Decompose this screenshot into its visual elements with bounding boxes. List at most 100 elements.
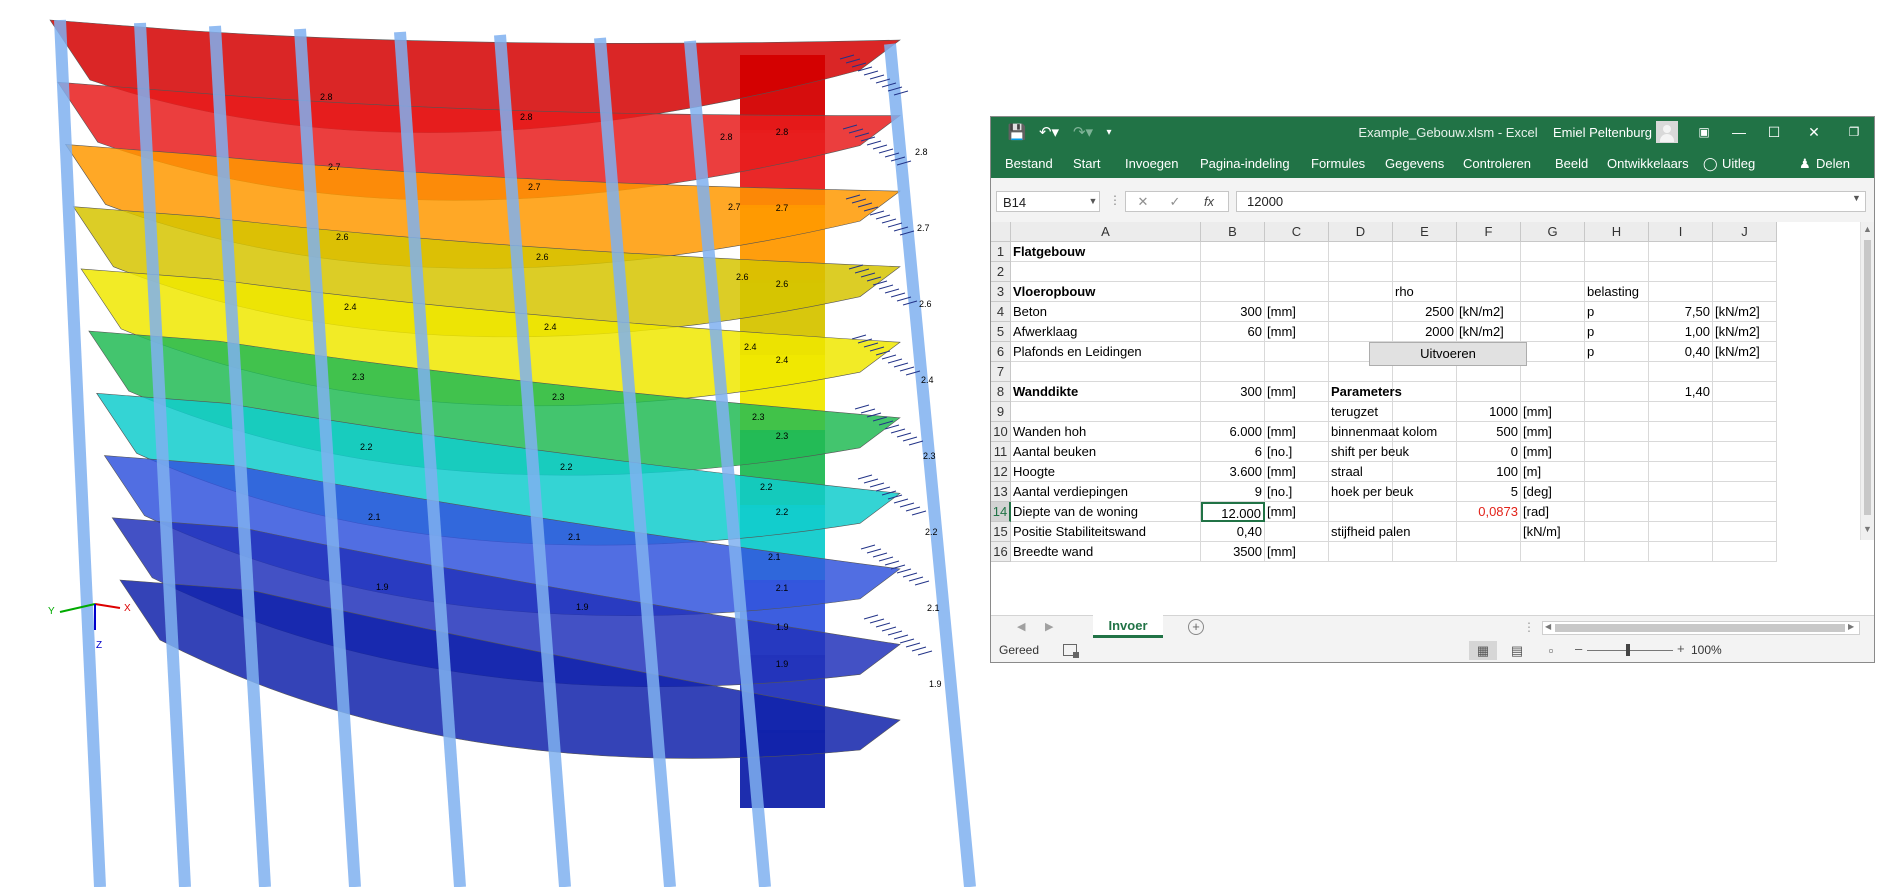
column-header-f[interactable]: F xyxy=(1457,222,1521,242)
row-header-7[interactable]: 7 xyxy=(991,362,1011,382)
row-header-16[interactable]: 16 xyxy=(991,542,1011,562)
cell-j6[interactable]: [kN/m2] xyxy=(1713,342,1777,362)
scroll-left-icon[interactable]: ◀ xyxy=(1545,622,1551,631)
cell-g16[interactable] xyxy=(1521,542,1585,562)
cell-f11[interactable]: 0 xyxy=(1457,442,1521,462)
cell-c16[interactable]: [mm] xyxy=(1265,542,1329,562)
cell-i12[interactable] xyxy=(1649,462,1713,482)
row-header-1[interactable]: 1 xyxy=(991,242,1011,262)
cell-i5[interactable]: 1,00 xyxy=(1649,322,1713,342)
sheet-tab-invoer[interactable]: Invoer xyxy=(1093,615,1163,638)
cell-g5[interactable] xyxy=(1521,322,1585,342)
cell-g9[interactable]: [mm] xyxy=(1521,402,1585,422)
cell-j12[interactable] xyxy=(1713,462,1777,482)
cell-b2[interactable] xyxy=(1201,262,1265,282)
drag-handle-icon[interactable]: ⋮ xyxy=(1109,193,1121,207)
cell-d16[interactable] xyxy=(1329,542,1393,562)
cell-f3[interactable] xyxy=(1457,282,1521,302)
cell-e12[interactable] xyxy=(1393,462,1457,482)
cell-e11[interactable] xyxy=(1393,442,1457,462)
cell-g12[interactable]: [m] xyxy=(1521,462,1585,482)
cell-i14[interactable] xyxy=(1649,502,1713,522)
cell-b1[interactable] xyxy=(1201,242,1265,262)
cell-h4[interactable]: p xyxy=(1585,302,1649,322)
row-header-12[interactable]: 12 xyxy=(991,462,1011,482)
cell-h7[interactable] xyxy=(1585,362,1649,382)
cell-f16[interactable] xyxy=(1457,542,1521,562)
row-header-15[interactable]: 15 xyxy=(991,522,1011,542)
row-header-9[interactable]: 9 xyxy=(991,402,1011,422)
cell-a16[interactable]: Breedte wand xyxy=(1011,542,1201,562)
cell-j14[interactable] xyxy=(1713,502,1777,522)
column-header-a[interactable]: A xyxy=(1011,222,1201,242)
page-layout-icon[interactable]: ▤ xyxy=(1503,641,1531,660)
minimize-icon[interactable]: — xyxy=(1726,120,1752,144)
cell-f12[interactable]: 100 xyxy=(1457,462,1521,482)
tab-uitleg[interactable]: Uitleg xyxy=(1722,156,1755,171)
row-header-10[interactable]: 10 xyxy=(991,422,1011,442)
cell-a10[interactable]: Wanden hoh xyxy=(1011,422,1201,442)
cell-a1[interactable]: Flatgebouw xyxy=(1011,242,1201,262)
row-header-3[interactable]: 3 xyxy=(991,282,1011,302)
cell-e1[interactable] xyxy=(1393,242,1457,262)
cell-g15[interactable]: [kN/m] xyxy=(1521,522,1585,542)
cell-c13[interactable]: [no.] xyxy=(1265,482,1329,502)
cell-h16[interactable] xyxy=(1585,542,1649,562)
zoom-slider-thumb[interactable] xyxy=(1626,644,1630,656)
cell-i3[interactable] xyxy=(1649,282,1713,302)
cell-g10[interactable]: [mm] xyxy=(1521,422,1585,442)
cell-c6[interactable] xyxy=(1265,342,1329,362)
save-icon[interactable]: 💾 xyxy=(1007,121,1027,143)
tab-beeld[interactable]: Beeld xyxy=(1555,156,1588,171)
zoom-slider-track[interactable] xyxy=(1587,650,1673,651)
cell-c15[interactable] xyxy=(1265,522,1329,542)
cell-j7[interactable] xyxy=(1713,362,1777,382)
cell-g6[interactable] xyxy=(1521,342,1585,362)
cell-i13[interactable] xyxy=(1649,482,1713,502)
normal-view-icon[interactable]: ▦ xyxy=(1469,641,1497,660)
uitvoeren-button[interactable]: Uitvoeren xyxy=(1369,342,1527,366)
cell-e10[interactable] xyxy=(1393,422,1457,442)
add-sheet-icon[interactable]: + xyxy=(1188,619,1204,635)
formula-input[interactable]: 12000 xyxy=(1236,191,1866,212)
cell-h5[interactable]: p xyxy=(1585,322,1649,342)
close-icon[interactable]: ✕ xyxy=(1801,120,1827,144)
cell-g3[interactable] xyxy=(1521,282,1585,302)
cell-g7[interactable] xyxy=(1521,362,1585,382)
share-button[interactable]: Delen xyxy=(1816,156,1850,171)
cell-d8[interactable]: Parameters xyxy=(1329,382,1402,402)
cell-f8[interactable] xyxy=(1457,382,1521,402)
zoom-out-icon[interactable]: – xyxy=(1575,641,1582,656)
tab-controleren[interactable]: Controleren xyxy=(1463,156,1531,171)
cell-c8[interactable]: [mm] xyxy=(1265,382,1329,402)
maximize-icon[interactable]: ☐ xyxy=(1761,120,1787,144)
scroll-up-icon[interactable]: ▲ xyxy=(1863,224,1872,234)
cell-d11[interactable]: shift per beuk xyxy=(1329,442,1409,462)
cell-h8[interactable] xyxy=(1585,382,1649,402)
scroll-down-icon[interactable]: ▼ xyxy=(1863,524,1872,534)
spreadsheet-grid[interactable]: A B C D E F G H I J 1 Flatgebouw 2 3 Vloeropbouw rho bel… xyxy=(991,222,1860,562)
cell-b10[interactable]: 6.000 xyxy=(1201,422,1265,442)
cell-d15[interactable]: stijfheid palen xyxy=(1329,522,1411,542)
cell-i2[interactable] xyxy=(1649,262,1713,282)
row-header-4[interactable]: 4 xyxy=(991,302,1011,322)
cell-f2[interactable] xyxy=(1457,262,1521,282)
column-header-e[interactable]: E xyxy=(1393,222,1457,242)
row-header-6[interactable]: 6 xyxy=(991,342,1011,362)
column-header-j[interactable]: J xyxy=(1713,222,1777,242)
cell-b7[interactable] xyxy=(1201,362,1265,382)
tab-invoegen[interactable]: Invoegen xyxy=(1125,156,1179,171)
name-box[interactable]: B14 xyxy=(996,191,1100,212)
cell-j13[interactable] xyxy=(1713,482,1777,502)
cell-c7[interactable] xyxy=(1265,362,1329,382)
insert-function-button[interactable]: fx xyxy=(1196,192,1222,211)
customize-qat-icon[interactable]: ▾ xyxy=(1101,121,1117,143)
cell-c11[interactable]: [no.] xyxy=(1265,442,1329,462)
cell-a6[interactable]: Plafonds en Leidingen xyxy=(1011,342,1201,362)
ribbon-display-icon[interactable]: ▣ xyxy=(1691,120,1717,144)
cell-j3[interactable] xyxy=(1713,282,1777,302)
cell-a2[interactable] xyxy=(1011,262,1201,282)
cell-h15[interactable] xyxy=(1585,522,1649,542)
cell-g2[interactable] xyxy=(1521,262,1585,282)
scroll-thumb[interactable] xyxy=(1864,240,1871,515)
